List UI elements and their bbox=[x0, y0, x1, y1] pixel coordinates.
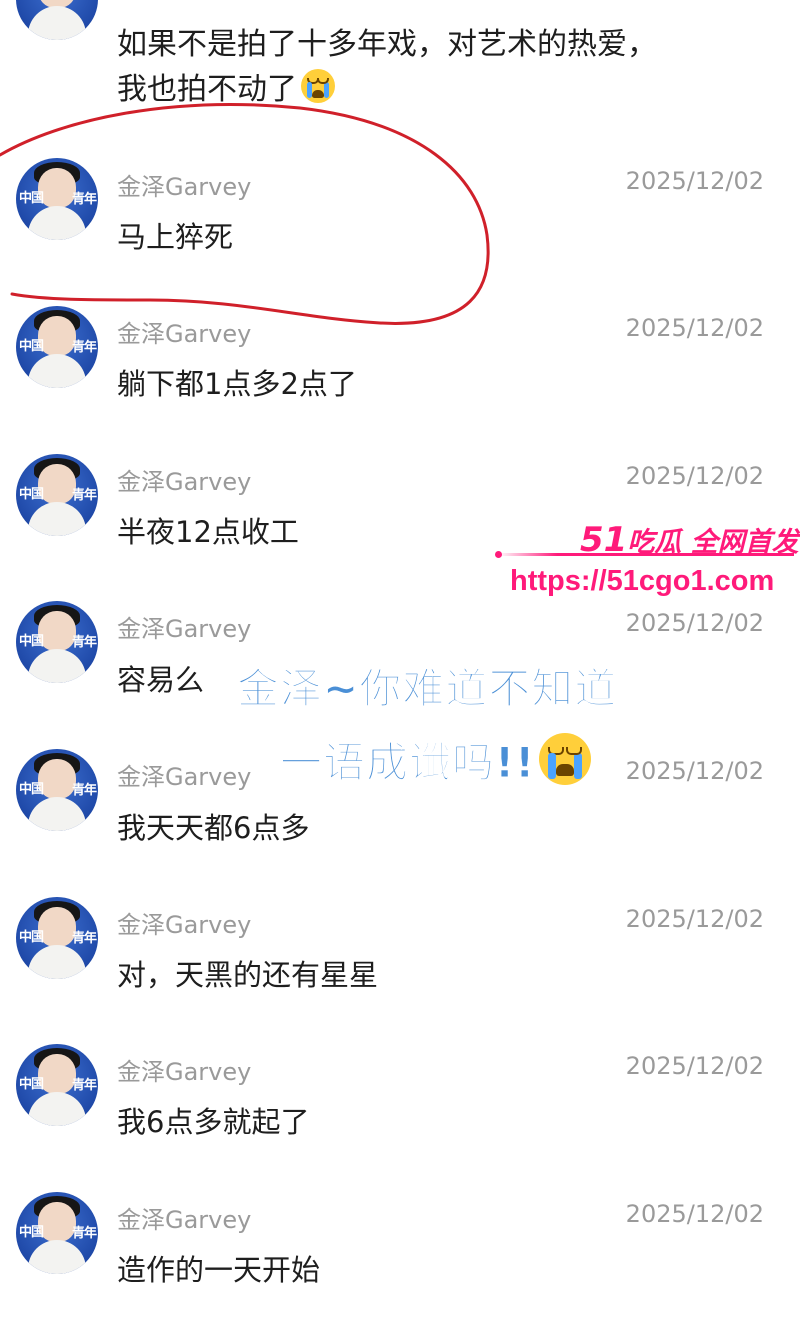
crying-emoji-icon bbox=[539, 733, 592, 785]
overlay-caption-line1: 金泽~你难道不知道 bbox=[236, 664, 618, 714]
overlay-caption-line2: 一语成谶吗!! bbox=[279, 729, 592, 790]
watermark-dot bbox=[495, 551, 502, 558]
watermark-url[interactable]: https://51cgo1.com bbox=[510, 565, 774, 598]
watermark-bar bbox=[498, 553, 794, 556]
